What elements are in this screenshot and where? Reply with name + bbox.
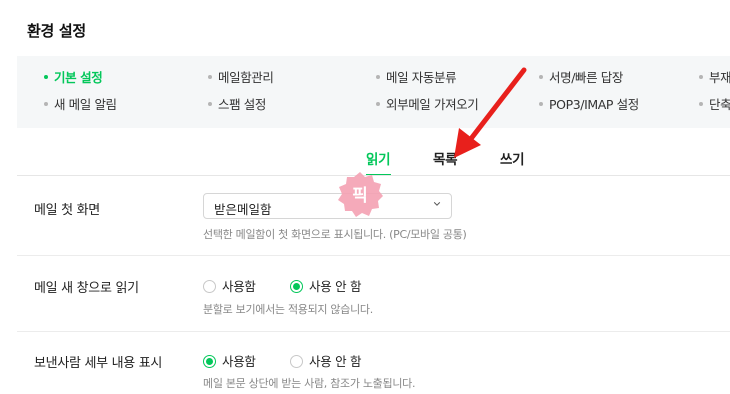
row-divider bbox=[17, 255, 730, 256]
new-window-option-off[interactable]: 사용 안 함 bbox=[290, 276, 361, 295]
page-title: 환경 설정 bbox=[27, 22, 86, 40]
bullet-icon bbox=[699, 74, 703, 79]
radio-checked-icon bbox=[203, 355, 216, 368]
sender-detail-help: 메일 본문 상단에 받는 사람, 참조가 노출됩니다. bbox=[203, 377, 416, 390]
radio-icon bbox=[203, 280, 216, 293]
new-window-option-on[interactable]: 사용함 bbox=[203, 276, 256, 295]
first-screen-select[interactable]: 받은메일함 bbox=[203, 193, 452, 219]
pick-badge: 픽 bbox=[338, 172, 383, 217]
row-divider bbox=[17, 331, 730, 332]
chevron-down-icon bbox=[433, 202, 441, 206]
bullet-icon bbox=[208, 74, 212, 79]
sender-detail-label: 보낸사람 세부 내용 표시 bbox=[34, 356, 163, 371]
bullet-icon bbox=[699, 101, 703, 106]
tab-read[interactable]: 읽기 bbox=[366, 148, 391, 168]
sender-detail-option-on[interactable]: 사용함 bbox=[203, 351, 256, 370]
bullet-icon bbox=[376, 74, 380, 79]
radio-checked-icon bbox=[290, 280, 303, 293]
bullet-icon bbox=[208, 101, 212, 106]
first-screen-help: 선택한 메일함이 첫 화면으로 표시됩니다. (PC/모바일 공통) bbox=[203, 228, 467, 241]
sender-detail-option-off[interactable]: 사용 안 함 bbox=[290, 351, 361, 370]
menu-item-new-mail-alert[interactable]: 새 메일 알림 bbox=[44, 94, 117, 113]
menu-item-spam-settings[interactable]: 스팸 설정 bbox=[208, 94, 266, 113]
menu-item-shortcuts[interactable]: 단축 bbox=[699, 94, 730, 113]
bullet-icon bbox=[376, 101, 380, 106]
menu-item-mailbox-management[interactable]: 메일함관리 bbox=[208, 67, 274, 86]
new-window-label: 메일 새 창으로 읽기 bbox=[34, 281, 139, 296]
menu-item-signature[interactable]: 서명/빠른 답장 bbox=[539, 67, 623, 86]
menu-item-basic-settings[interactable]: 기본 설정 bbox=[44, 67, 103, 86]
menu-item-pop3-imap[interactable]: POP3/IMAP 설정 bbox=[539, 94, 639, 113]
new-window-help: 분할로 보기에서는 적용되지 않습니다. bbox=[203, 303, 373, 316]
red-arrow-icon bbox=[454, 67, 527, 158]
bullet-icon bbox=[44, 101, 48, 106]
radio-icon bbox=[290, 355, 303, 368]
menu-item-absence[interactable]: 부재 bbox=[699, 67, 730, 86]
pick-badge-text: 픽 bbox=[352, 186, 368, 206]
bullet-icon bbox=[44, 74, 48, 79]
first-screen-select-value: 받은메일함 bbox=[214, 202, 272, 217]
first-screen-label: 메일 첫 화면 bbox=[34, 203, 100, 218]
settings-menu: 기본 설정 메일함관리 메일 자동분류 서명/빠른 답장 부재 새 메일 알림 … bbox=[17, 56, 730, 128]
